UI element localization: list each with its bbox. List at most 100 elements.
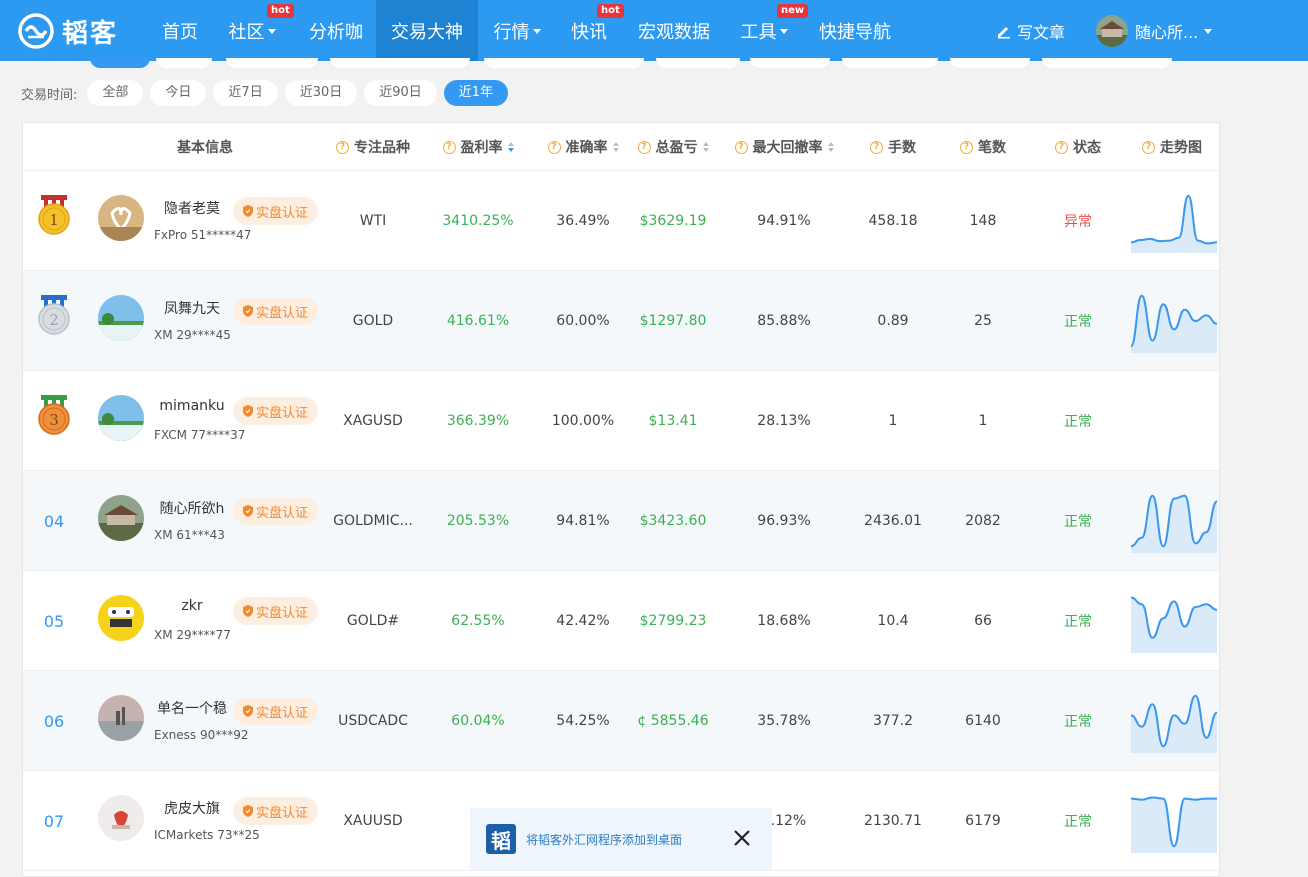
help-icon[interactable]: ? xyxy=(547,140,561,154)
trend-area xyxy=(1131,195,1217,253)
nav-item-0[interactable]: 首页 xyxy=(160,0,200,61)
trades-cell: 6179 xyxy=(965,813,1001,829)
nav-item-2[interactable]: 分析咖 xyxy=(306,0,366,61)
trader-avatar[interactable] xyxy=(98,595,144,641)
lots-cell: 1 xyxy=(888,413,898,429)
table-row[interactable]: 1 隐者老莫 FxPro 51*****47 实盘认证 WTI 3410.25% 36.49… xyxy=(23,171,1219,271)
trader-avatar[interactable] xyxy=(98,395,144,441)
table-row[interactable]: 05 zkr XM 29****77 实盘认证 GOLD# 62.55% 42.42% $27… xyxy=(23,571,1219,671)
trader-name[interactable]: zkr xyxy=(154,598,230,614)
col-profit-rate[interactable]: ? 盈利率 xyxy=(423,123,533,171)
col-drawdown-label: 最大回撤率 xyxy=(752,140,823,156)
nav-item-label: 首页 xyxy=(162,21,198,43)
trend-cell[interactable] xyxy=(1129,271,1219,371)
trades-cell: 25 xyxy=(974,313,992,329)
trader-avatar[interactable] xyxy=(98,295,144,341)
nav-item-label: 快捷导航 xyxy=(819,21,891,43)
table-row[interactable]: 2 凤舞九天 XM 29****45 实盘认证 GOLD 416.61% 60.00% $12… xyxy=(23,271,1219,371)
help-icon[interactable]: ? xyxy=(442,140,456,154)
user-menu[interactable]: 随心所... xyxy=(1096,0,1213,61)
trader-name[interactable]: 凤舞九天 xyxy=(154,298,230,318)
shield-icon xyxy=(243,705,253,717)
col-trades: ? 笔数 xyxy=(943,123,1023,171)
verified-badge: 实盘认证 xyxy=(233,797,319,825)
time-filter-option[interactable]: 近30日 xyxy=(284,80,358,106)
time-filter-option[interactable]: 近7日 xyxy=(213,80,278,106)
col-trades-label: 笔数 xyxy=(978,140,1006,156)
accuracy-cell: 60.00% xyxy=(556,313,610,329)
nav-item-8[interactable]: 快捷导航 xyxy=(818,0,892,61)
verified-label: 实盘认证 xyxy=(256,505,309,521)
nav-item-label: 社区 xyxy=(228,21,265,43)
hidden-tab-edge xyxy=(1042,58,1172,68)
trend-cell[interactable] xyxy=(1129,471,1219,571)
trader-avatar[interactable] xyxy=(98,695,144,741)
sort-icon[interactable] xyxy=(827,142,834,152)
help-icon[interactable]: ? xyxy=(1142,140,1155,154)
sort-icon[interactable] xyxy=(702,142,709,152)
nav-item-4[interactable]: 行情 xyxy=(492,0,542,61)
trend-sparkline xyxy=(1131,596,1217,653)
col-symbol-label: 专注品种 xyxy=(354,140,410,156)
trader-name[interactable]: mimanku xyxy=(154,398,230,414)
gold-medal-icon: 1 xyxy=(38,195,70,235)
shield-icon xyxy=(243,505,253,517)
trend-cell[interactable] xyxy=(1129,671,1219,771)
trader-avatar[interactable] xyxy=(98,495,144,541)
col-total-pl[interactable]: ? 总盈亏 xyxy=(623,123,723,171)
table-row[interactable]: 06 单名一个稳 Exness 90***92 实盘认证 USDCADC 60.04% 54… xyxy=(23,671,1219,771)
nav-item-1[interactable]: 社区 hot xyxy=(227,0,294,61)
site-logo[interactable]: 韬客 xyxy=(18,12,118,50)
col-symbol: ? 专注品种 xyxy=(323,123,423,171)
time-filter-option[interactable]: 近1年 xyxy=(443,80,509,106)
rank-number: 04 xyxy=(43,511,65,531)
help-icon[interactable]: ? xyxy=(637,140,651,154)
popup-text[interactable]: 将韬客外汇网程序添加到桌面 xyxy=(526,831,682,848)
trader-avatar[interactable] xyxy=(98,795,144,841)
time-filter-option[interactable]: 今日 xyxy=(150,80,207,106)
nav-item-3[interactable]: 交易大神 xyxy=(376,0,478,61)
sort-icon[interactable] xyxy=(507,142,514,152)
sort-icon[interactable] xyxy=(612,142,619,152)
col-accuracy[interactable]: ? 准确率 xyxy=(533,123,633,171)
trader-name[interactable]: 随心所欲h xyxy=(154,498,230,518)
trend-cell[interactable] xyxy=(1129,171,1219,271)
trader-name[interactable]: 单名一个稳 xyxy=(154,698,230,718)
drawdown-cell: 94.91% xyxy=(757,213,811,229)
pencil-icon xyxy=(998,26,1010,38)
trend-cell[interactable] xyxy=(1129,371,1219,471)
write-article-button[interactable]: 写文章 xyxy=(996,0,1065,61)
help-icon[interactable]: ? xyxy=(734,140,748,154)
logo-text: 韬客 xyxy=(62,18,119,49)
trend-sparkline xyxy=(1131,194,1217,253)
rank-medal: 3 xyxy=(33,365,75,465)
nav-item-6[interactable]: 宏观数据 xyxy=(637,0,711,61)
close-icon[interactable] xyxy=(732,828,752,848)
shield-icon xyxy=(243,605,253,617)
help-icon[interactable]: ? xyxy=(1055,140,1068,154)
table-row[interactable]: 04 随心所欲h XM 61***43 实盘认证 GOLDMIC... 205.53% 94… xyxy=(23,471,1219,571)
time-filter-option[interactable]: 近90日 xyxy=(364,80,437,106)
trader-name[interactable]: 隐者老莫 xyxy=(154,198,230,218)
help-icon[interactable]: ? xyxy=(870,140,883,154)
table-row[interactable]: 3 mimanku FXCM 77****37 实盘认证 XAGUSD 366.39% 10… xyxy=(23,371,1219,471)
trend-cell[interactable] xyxy=(1129,771,1219,871)
trader-avatar[interactable] xyxy=(98,195,144,241)
nav-item-5[interactable]: 快讯 hot xyxy=(571,0,624,61)
trend-cell[interactable] xyxy=(1129,571,1219,671)
broker-account: XM 61***43 xyxy=(154,528,225,542)
help-icon[interactable]: ? xyxy=(336,140,349,154)
broker-account: FxPro 51*****47 xyxy=(154,228,252,242)
col-accuracy-label: 准确率 xyxy=(565,140,608,156)
hidden-tab-edge xyxy=(842,58,938,68)
trend-area xyxy=(1131,797,1217,853)
app-icon: 韬 xyxy=(486,824,516,854)
trader-name[interactable]: 虎皮大旗 xyxy=(154,798,230,818)
help-icon[interactable]: ? xyxy=(960,140,973,154)
svg-text:1: 1 xyxy=(49,211,59,229)
col-drawdown[interactable]: ? 最大回撤率 xyxy=(723,123,845,171)
nav-item-7[interactable]: 工具 new xyxy=(739,0,809,61)
verified-badge: 实盘认证 xyxy=(233,297,319,325)
trend-area xyxy=(1131,495,1217,553)
time-filter-option[interactable]: 全部 xyxy=(87,80,144,106)
